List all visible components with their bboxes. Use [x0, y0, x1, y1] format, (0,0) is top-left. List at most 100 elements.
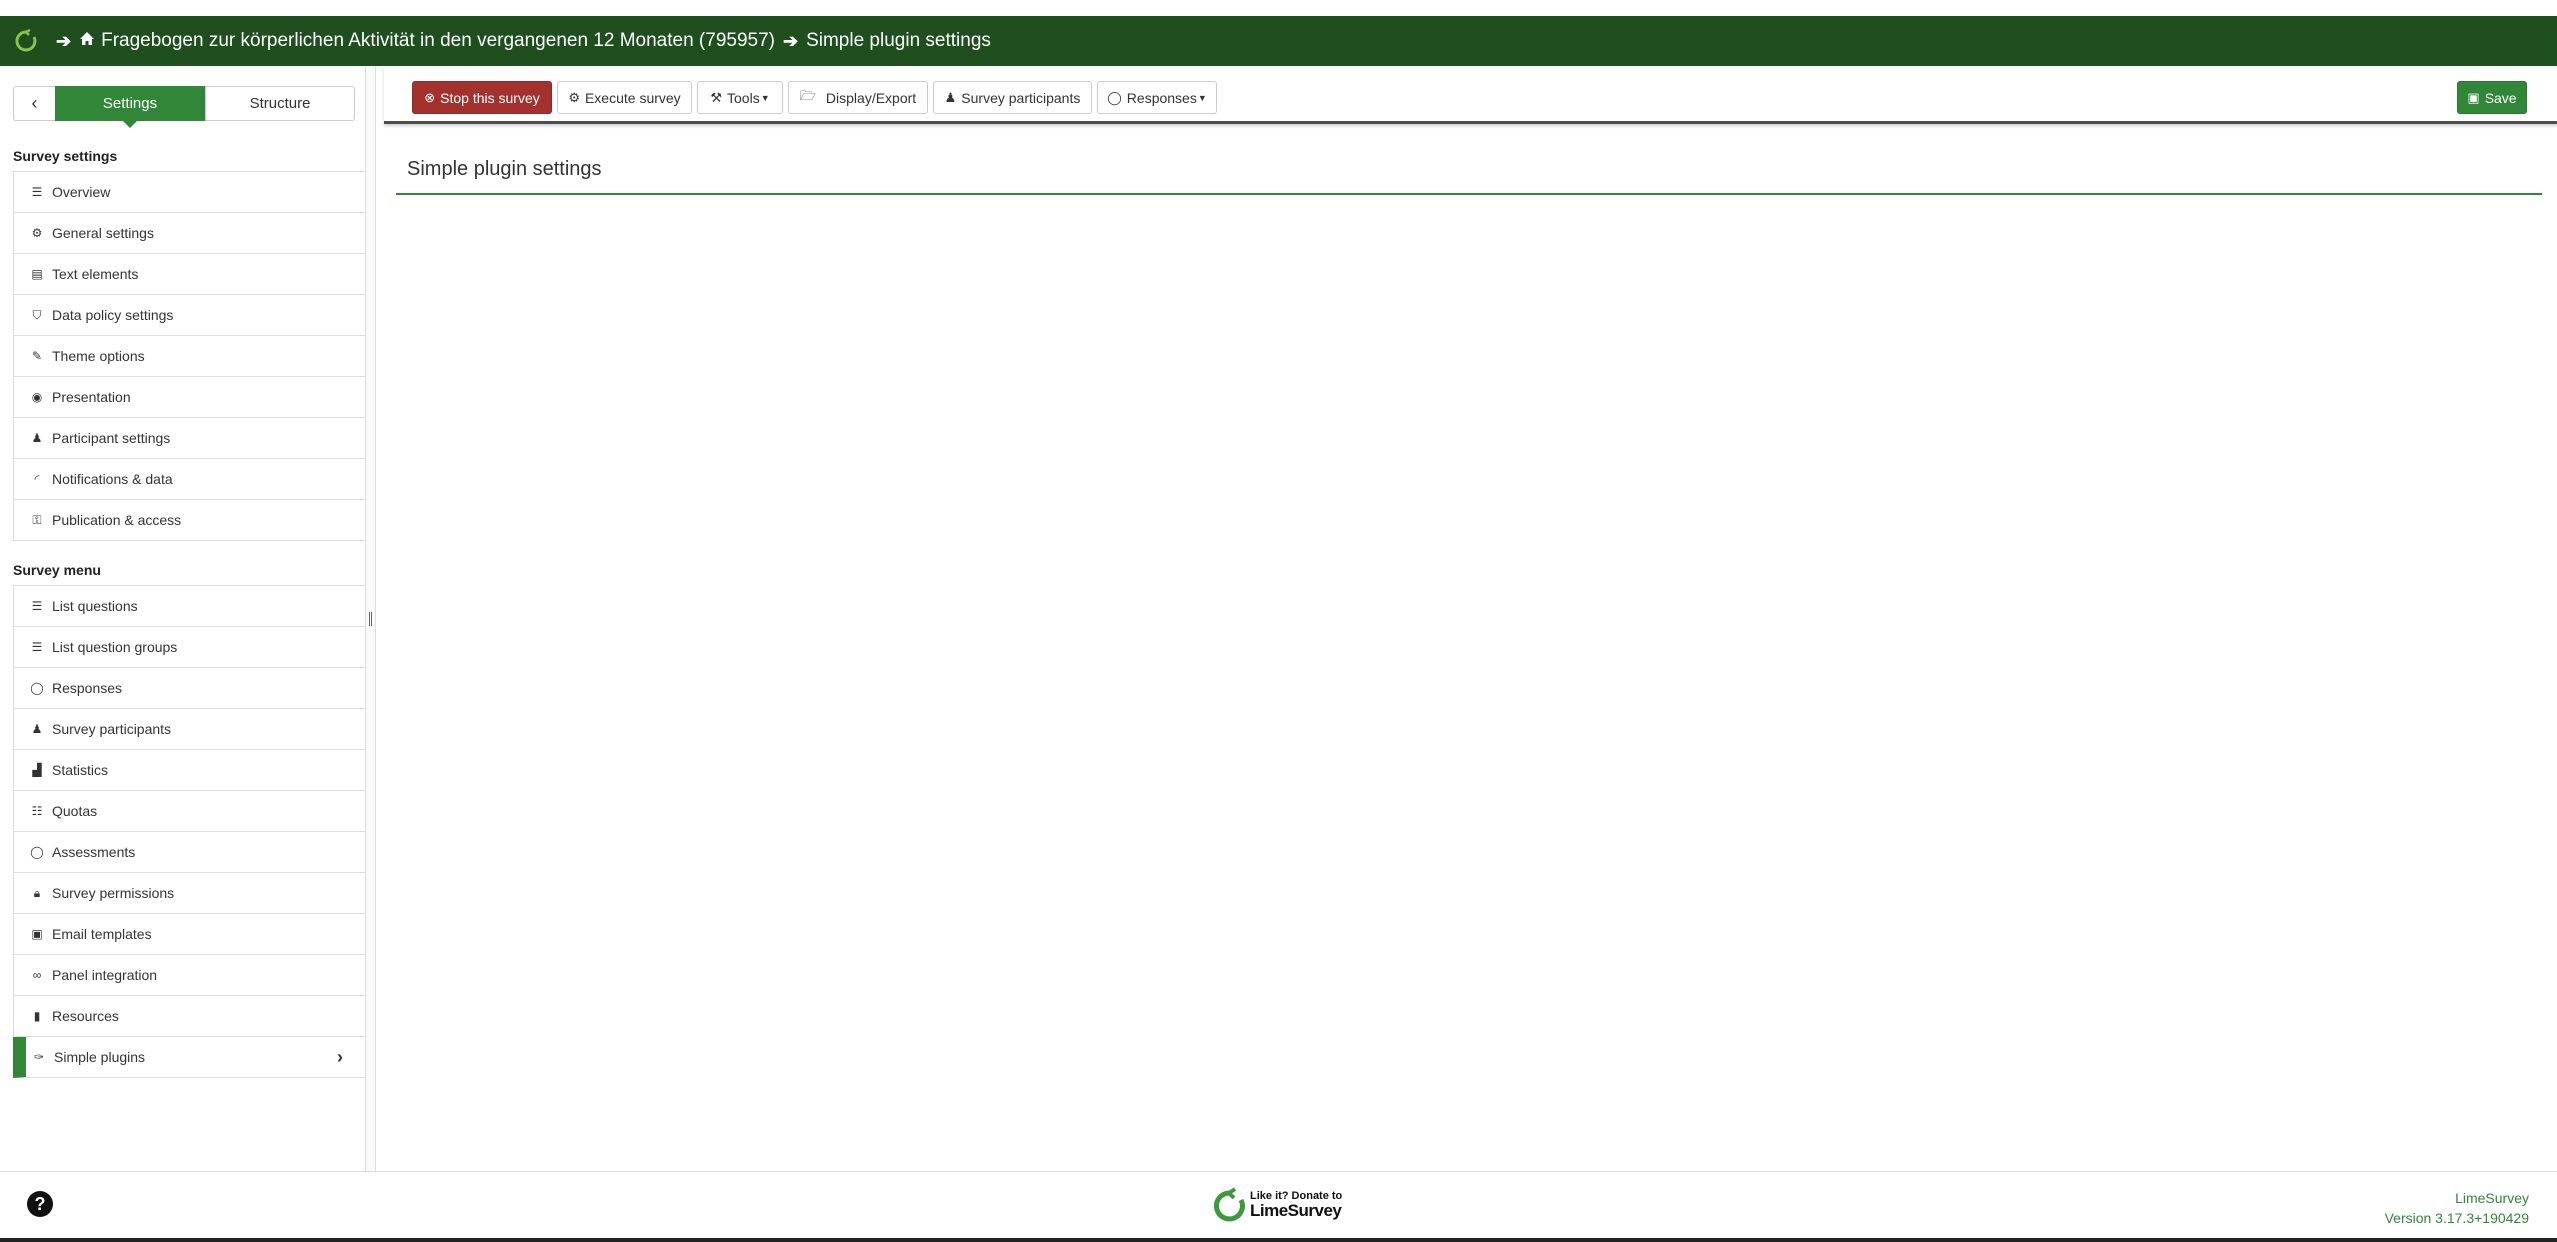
list-icon: ☰ [31, 599, 43, 613]
sidebar-item-label: Data policy settings [52, 307, 174, 323]
chevron-left-icon: ‹ [31, 93, 38, 113]
help-icon[interactable]: ? [27, 1191, 53, 1217]
tools-dropdown[interactable]: ⚒ Tools ▼ [697, 81, 783, 114]
eye-slash-icon: ◉ [31, 390, 43, 404]
sidebar-item-label: Responses [52, 680, 123, 696]
survey-menu: ☰ List questions ☰ List question groups ◯ R… [13, 585, 365, 1078]
file-text-icon: ▤ [31, 267, 43, 281]
sidebar-item-list-question-groups[interactable]: ☰ List question groups [13, 627, 365, 668]
sidebar-item-panel-integration[interactable]: ∞ Panel integration [13, 955, 365, 996]
save-button[interactable]: ▣ Save [2457, 81, 2527, 114]
sidebar-item-label: List questions [52, 598, 138, 614]
caret-down-icon: ▼ [1197, 92, 1207, 103]
shield-icon: ⛉ [32, 307, 42, 322]
sidebar-item-label: General settings [52, 225, 154, 241]
sidebar-item-label: Statistics [52, 762, 109, 778]
sidebar-item-survey-permissions[interactable]: 🔒︎ Survey permissions [13, 873, 365, 914]
tools-icon: ⚒ [710, 89, 723, 105]
sidebar-item-label: Panel integration [52, 967, 158, 983]
link-icon: ∞ [32, 968, 42, 982]
button-label: Execute survey [584, 89, 681, 106]
sidebar-item-participant-settings[interactable]: ♟ Participant settings [13, 418, 365, 459]
tab-settings[interactable]: Settings [55, 86, 205, 128]
sidebar-item-email-templates[interactable]: ▣ Email templates [13, 914, 365, 955]
donate-link[interactable]: Like it? Donate to LimeSurvey [1212, 1186, 1342, 1224]
button-label: Survey participants [961, 89, 1081, 106]
grip-icon [369, 612, 372, 626]
sidebar-item-statistics[interactable]: ▟ Statistics [13, 750, 365, 791]
floppy-disk-icon: ▣ [2467, 89, 2480, 105]
button-label: Responses [1126, 89, 1197, 106]
envelope-icon: ▣ [31, 927, 43, 941]
app-name-link[interactable]: LimeSurvey [2385, 1188, 2529, 1208]
survey-participants-button[interactable]: ♟ Survey participants [933, 81, 1092, 114]
sidebar-item-overview[interactable]: ☰ Overview [13, 172, 365, 213]
sidebar-item-resources[interactable]: ▮ Resources [13, 996, 365, 1037]
sidebar-resize-handle[interactable] [366, 66, 376, 1171]
button-label: Stop this survey [440, 89, 540, 106]
sidebar-item-label: Text elements [52, 266, 139, 282]
sidebar-item-simple-plugins[interactable]: ✑ Simple plugins › [13, 1037, 365, 1078]
survey-settings-heading: Survey settings [13, 148, 118, 164]
stop-circle-icon: ⊗ [424, 89, 436, 105]
page-title: Simple plugin settings [407, 158, 602, 180]
collapse-sidebar-button[interactable]: ‹ [13, 86, 55, 121]
arrow-right-icon: ➔ [56, 30, 72, 51]
execute-survey-button[interactable]: ⚙ Execute survey [557, 81, 692, 114]
footer: ? Like it? Donate to LimeSurvey LimeSurv… [0, 1171, 2557, 1242]
sidebar-item-label: Email templates [52, 926, 152, 942]
sidebar-item-label: Publication & access [52, 512, 182, 528]
sidebar-item-assessments[interactable]: ◯ Assessments [13, 832, 365, 873]
sidebar-item-quotas[interactable]: ☷ Quotas [13, 791, 365, 832]
plug-icon: ✑ [33, 1050, 45, 1064]
sidebar-toggle: ‹ Settings Structure [13, 86, 355, 128]
button-label: Display/Export [825, 89, 917, 106]
button-label: Tools [727, 89, 760, 106]
donate-brand: LimeSurvey [1250, 1201, 1342, 1220]
user-icon: ♟ [944, 89, 957, 105]
version-info: LimeSurvey Version 3.17.3+190429 [2385, 1188, 2529, 1228]
tab-structure[interactable]: Structure [205, 86, 355, 121]
sidebar-item-label: Simple plugins [54, 1049, 146, 1065]
sidebar-item-label: Theme options [52, 348, 145, 364]
chevron-right-icon: › [337, 1046, 343, 1067]
stop-survey-button[interactable]: ⊗ Stop this survey [412, 81, 552, 114]
sidebar-item-theme-options[interactable]: ✎ Theme options [13, 336, 365, 377]
sidebar-item-responses[interactable]: ◯ Responses [13, 668, 365, 709]
paint-brush-icon: ✎ [31, 349, 43, 363]
sidebar-item-notifications-data[interactable]: ◜ Notifications & data [13, 459, 365, 500]
user-icon: ♟ [31, 722, 43, 736]
arrow-right-icon: ➔ [782, 30, 799, 51]
bar-chart-icon: ▟ [32, 763, 42, 777]
list-icon: ☰ [31, 640, 43, 654]
breadcrumb-survey-link[interactable]: Fragebogen zur körperlichen Aktivität in… [101, 30, 775, 52]
sidebar-item-label: List question groups [52, 639, 178, 655]
title-divider [396, 193, 2542, 195]
users-icon: ♟ [31, 431, 43, 445]
sidebar-item-general-settings[interactable]: ⚙ General settings [13, 213, 365, 254]
cogs-icon: ⚙ [31, 226, 43, 240]
sidebar-item-presentation[interactable]: ◉ Presentation [13, 377, 365, 418]
survey-menu-heading: Survey menu [13, 562, 101, 578]
key-icon: ⚿ [32, 512, 42, 527]
top-toolbar: ⊗ Stop this survey ⚙ Execute survey ⚒ Tools… [384, 66, 2557, 124]
version-text: Version 3.17.3+190429 [2384, 1210, 2529, 1226]
sidebar-item-data-policy-settings[interactable]: ⛉ Data policy settings [13, 295, 365, 336]
sidebar-item-list-questions[interactable]: ☰ List questions [13, 586, 365, 627]
limesurvey-logo-icon[interactable] [14, 29, 38, 53]
display-export-button[interactable]: 🗁︎ Display/Export [788, 81, 928, 114]
tasks-icon: ☷ [31, 804, 43, 818]
list-icon: ☰ [31, 185, 43, 199]
sidebar-item-label: Overview [52, 184, 111, 200]
comment-icon: ◯ [30, 845, 44, 859]
lock-icon: 🔒︎ [33, 885, 41, 900]
sidebar-item-text-elements[interactable]: ▤ Text elements [13, 254, 365, 295]
sidebar-item-survey-participants[interactable]: ♟ Survey participants [13, 709, 365, 750]
cog-icon: ⚙ [568, 89, 580, 105]
comments-icon: ◯ [1107, 89, 1122, 105]
responses-dropdown[interactable]: ◯ Responses ▼ [1097, 81, 1217, 114]
top-strip [0, 0, 2557, 16]
button-label: Save [2484, 89, 2517, 106]
sidebar-item-publication-access[interactable]: ⚿ Publication & access [13, 500, 365, 541]
survey-settings-menu: ☰ Overview ⚙ General settings ▤ Text elemen… [13, 171, 365, 541]
